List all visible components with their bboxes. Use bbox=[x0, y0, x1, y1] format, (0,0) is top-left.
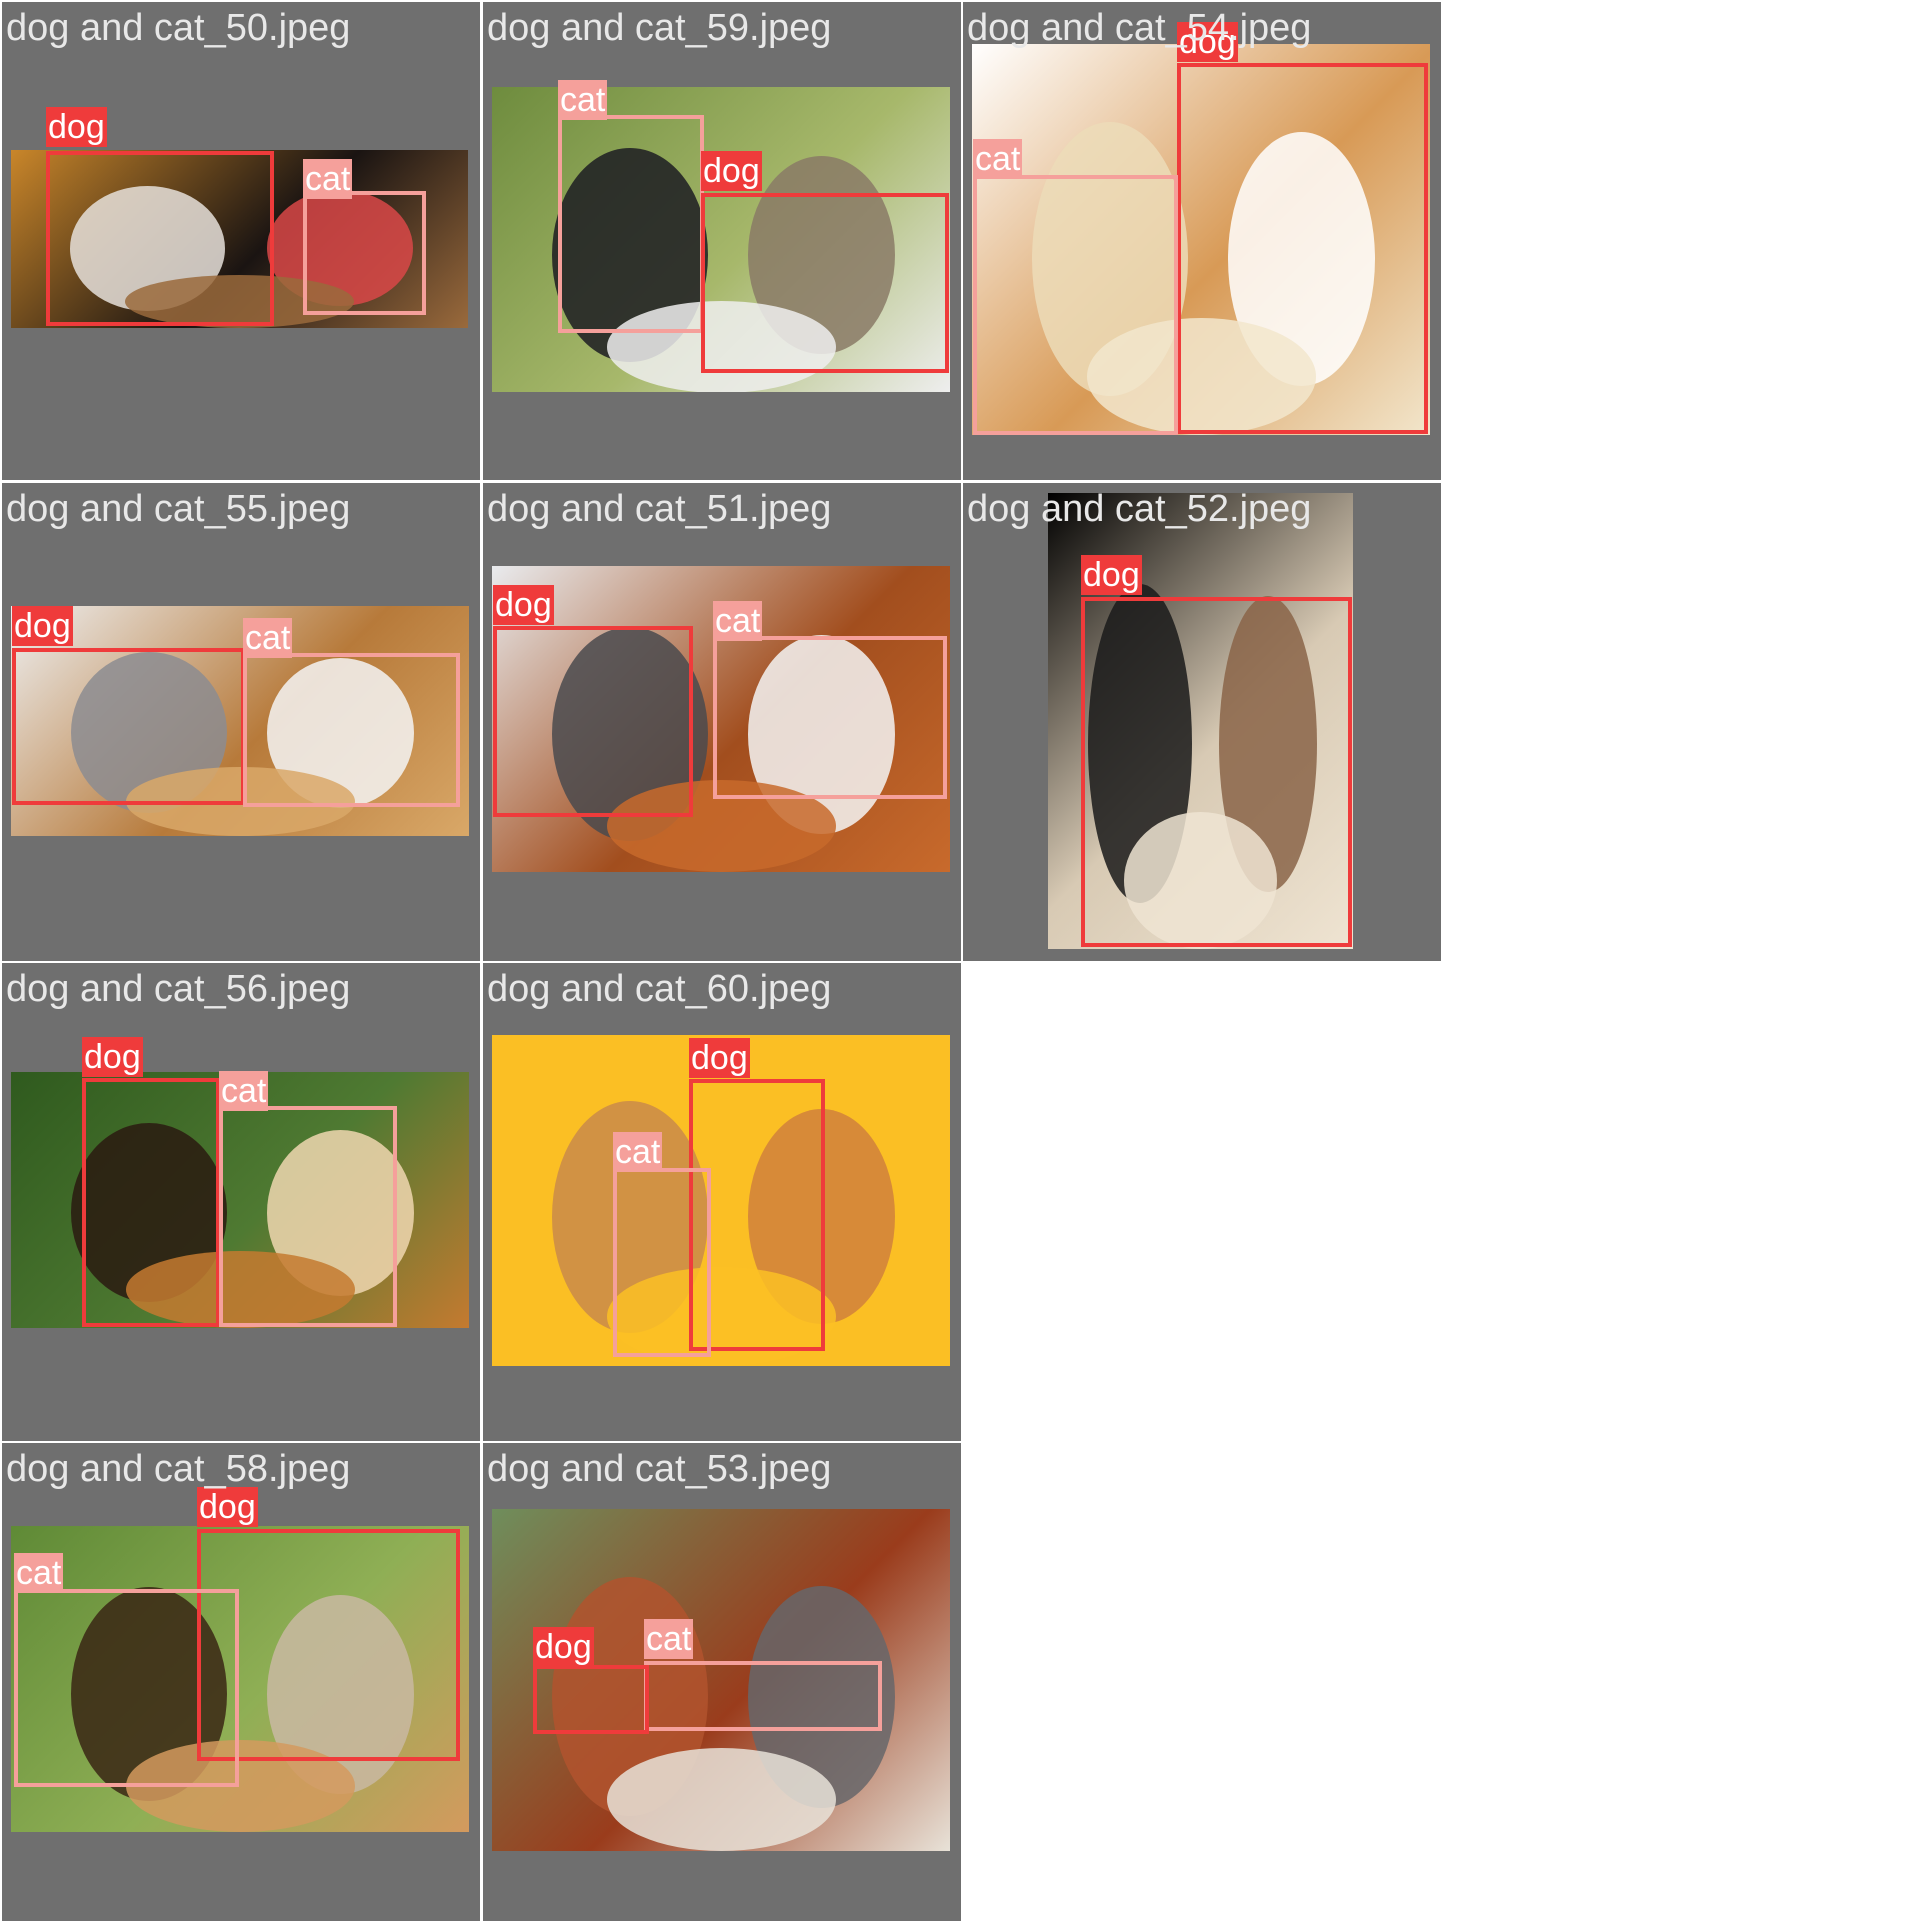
tile-filename: dog and cat_58.jpeg bbox=[6, 1448, 351, 1490]
dog-bounding-box bbox=[1177, 63, 1428, 434]
result-tile: dog cat dog and cat_56.jpeg bbox=[2, 963, 480, 1441]
dog-label: dog bbox=[701, 151, 762, 191]
tile-filename: dog and cat_50.jpeg bbox=[6, 7, 351, 49]
dog-bounding-box bbox=[46, 151, 274, 326]
result-tile: dog cat dog and cat_60.jpeg bbox=[483, 963, 961, 1441]
result-tile: cat dog dog and cat_59.jpeg bbox=[483, 2, 961, 480]
cat-bounding-box bbox=[243, 653, 460, 807]
dog-bounding-box bbox=[1081, 597, 1352, 947]
detection-results-grid: dog cat dog and cat_50.jpeg cat dog dog and c… bbox=[0, 0, 1920, 1921]
cat-label: cat bbox=[303, 159, 353, 199]
dog-label: dog bbox=[689, 1038, 750, 1078]
cat-label: cat bbox=[219, 1071, 269, 1111]
cat-label: cat bbox=[644, 1619, 694, 1659]
cat-label: cat bbox=[558, 80, 608, 120]
dog-bounding-box bbox=[12, 648, 245, 805]
tile-filename: dog and cat_60.jpeg bbox=[487, 968, 832, 1010]
cat-label: cat bbox=[243, 618, 293, 658]
cat-bounding-box bbox=[303, 191, 426, 315]
dog-label: dog bbox=[46, 107, 107, 147]
dog-bounding-box bbox=[493, 626, 693, 817]
cat-bounding-box bbox=[973, 175, 1178, 435]
cat-bounding-box bbox=[613, 1168, 711, 1357]
result-tile: dog cat dog and cat_55.jpeg bbox=[2, 483, 480, 961]
cat-label: cat bbox=[613, 1132, 663, 1172]
dog-bounding-box bbox=[82, 1078, 220, 1327]
dog-label: dog bbox=[12, 606, 73, 646]
cat-bounding-box bbox=[14, 1589, 239, 1787]
dog-label: dog bbox=[1081, 555, 1142, 595]
result-tile: dog cat dog and cat_58.jpeg bbox=[2, 1443, 480, 1921]
cat-bounding-box bbox=[219, 1106, 397, 1327]
tile-filename: dog and cat_54.jpeg bbox=[967, 7, 1312, 49]
cat-label: cat bbox=[713, 601, 763, 641]
dog-label: dog bbox=[82, 1037, 143, 1077]
photo-region bbox=[607, 1748, 836, 1851]
tile-filename: dog and cat_55.jpeg bbox=[6, 488, 351, 530]
dog-label: dog bbox=[493, 585, 554, 625]
cat-bounding-box bbox=[558, 115, 704, 333]
dog-bounding-box bbox=[701, 193, 949, 373]
tile-filename: dog and cat_59.jpeg bbox=[487, 7, 832, 49]
tile-filename: dog and cat_52.jpeg bbox=[967, 488, 1312, 530]
dog-label: dog bbox=[197, 1487, 258, 1527]
dog-bounding-box bbox=[533, 1665, 649, 1734]
cat-label: cat bbox=[973, 139, 1023, 179]
result-tile: dog cat dog and cat_51.jpeg bbox=[483, 483, 961, 961]
result-tile: cat dog dog and cat_53.jpeg bbox=[483, 1443, 961, 1921]
cat-bounding-box bbox=[713, 636, 947, 799]
result-tile: dog cat dog and cat_54.jpeg bbox=[963, 2, 1441, 480]
tile-filename: dog and cat_56.jpeg bbox=[6, 968, 351, 1010]
tile-filename: dog and cat_51.jpeg bbox=[487, 488, 832, 530]
result-tile: dog dog and cat_52.jpeg bbox=[963, 483, 1441, 961]
dog-label: dog bbox=[533, 1627, 594, 1667]
cat-label: cat bbox=[14, 1553, 64, 1593]
result-tile: dog cat dog and cat_50.jpeg bbox=[2, 2, 480, 480]
tile-filename: dog and cat_53.jpeg bbox=[487, 1448, 832, 1490]
cat-bounding-box bbox=[644, 1661, 882, 1731]
